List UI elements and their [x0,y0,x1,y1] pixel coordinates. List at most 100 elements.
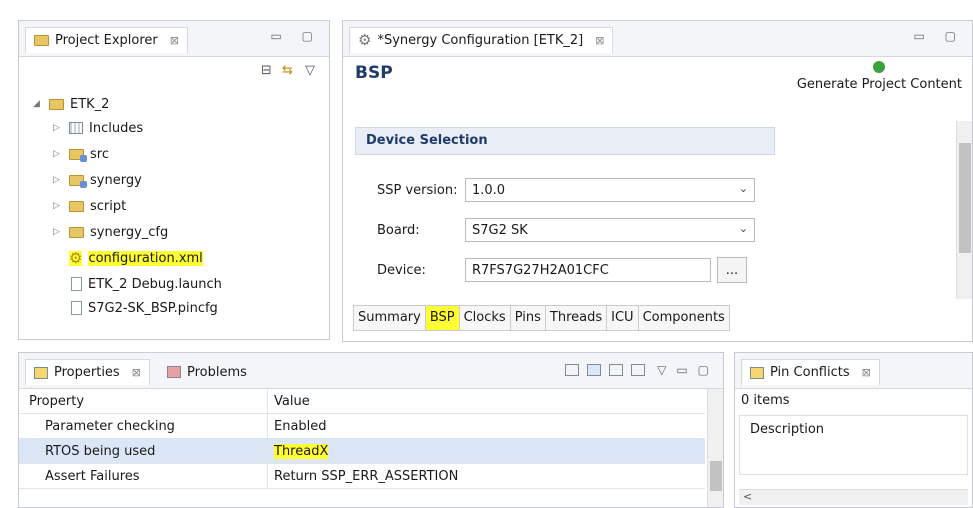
field-label: Board: [377,222,420,238]
maximize-icon[interactable]: ▢ [698,363,709,377]
tree-item-synergy[interactable]: ▷ synergy [53,169,142,191]
gear-icon: ⚙ [69,248,83,267]
editor-tabbar: ⚙ *Synergy Configuration [ETK_2] ⊠ ▭ ▢ [343,21,972,57]
table-row[interactable]: Assert Failures Return SSP_ERR_ASSERTION [19,464,705,489]
close-icon[interactable]: ⊠ [170,34,179,47]
properties-toolbar: ▽ ▭ ▢ [557,363,709,377]
properties-tab-label: Properties [54,365,120,380]
link-with-editor-icon[interactable]: ⇆ [282,63,293,78]
folder-icon [69,200,84,212]
pin-view-icon[interactable] [565,364,580,376]
tree-item-etk2[interactable]: ◢ ETK_2 [33,93,109,115]
close-icon[interactable]: ⊠ [132,366,141,379]
properties-scrollbar[interactable] [707,389,723,507]
file-icon [71,277,82,291]
section-title: Device Selection [355,127,775,155]
device-input[interactable]: R7FS7G27H2A01CFC [465,258,711,282]
browse-device-button[interactable]: ... [717,257,747,283]
column-header-value[interactable]: Value [267,389,310,413]
properties-panel: Properties ⊠ Problems ▽ ▭ ▢ Property Val… [18,352,724,508]
tree-item-debug-launch[interactable]: ETK_2 Debug.launch [71,273,222,295]
field-label: Device: [377,262,426,278]
show-advanced-icon[interactable] [609,364,624,376]
items-count: 0 items [741,393,790,408]
select-value: S7G2 SK [472,222,528,238]
pin-conflicts-table: Description [739,415,968,475]
source-folder-icon [69,174,87,188]
close-icon[interactable]: ⊠ [862,366,871,379]
tab-threads[interactable]: Threads [546,306,608,330]
tree-item-label: S7G2-SK_BSP.pincfg [88,300,218,316]
tab-icu[interactable]: ICU [607,306,639,330]
table-row[interactable]: Parameter checking Enabled [19,414,705,439]
collapse-all-icon[interactable]: ⊟ [261,63,272,78]
field-ssp-version: SSP version: 1.0.0 ⌄ [377,177,755,203]
project-explorer-tab-label: Project Explorer [55,33,158,48]
scrollbar-thumb[interactable] [959,143,971,253]
window-controls[interactable]: ▭ ▢ [914,29,965,43]
project-explorer-panel: Project Explorer ⊠ ▭ ▢ ⊟ ⇆ ▽ ◢ ETK_2 ▷ I… [18,20,330,340]
window-controls[interactable]: ▭ ▢ [271,29,322,43]
collapsed-arrow-icon[interactable]: ▷ [53,123,63,133]
input-value: R7FS7G27H2A01CFC [472,262,609,278]
editor-scrollbar[interactable] [956,121,972,299]
restore-default-icon[interactable] [631,364,646,376]
page-title: BSP [355,63,393,83]
tab-properties[interactable]: Properties ⊠ [25,359,150,385]
tab-project-explorer[interactable]: Project Explorer ⊠ [25,27,188,53]
project-folder-icon [49,98,64,110]
tree-item-label: src [90,146,109,162]
property-value: ThreadX [267,439,329,463]
tab-problems[interactable]: Problems [159,359,255,385]
tree-item-includes[interactable]: ▷ Includes [53,117,143,139]
tree-item-label: ETK_2 [70,96,110,112]
field-label: SSP version: [377,182,458,198]
tree-item-synergy-cfg[interactable]: ▷ synergy_cfg [53,221,168,243]
file-icon [71,301,82,315]
gear-icon: ⚙ [358,31,372,49]
view-menu-icon[interactable]: ▽ [305,63,315,78]
includes-icon [69,122,83,134]
tab-clocks[interactable]: Clocks [460,306,511,330]
tab-pins[interactable]: Pins [511,306,546,330]
tab-pin-conflicts[interactable]: Pin Conflicts ⊠ [741,359,880,385]
collapsed-arrow-icon[interactable]: ▷ [53,149,63,159]
show-categories-icon[interactable] [587,364,602,376]
tree-item-label: ETK_2 Debug.launch [88,276,222,292]
property-name: Assert Failures [45,468,140,484]
property-value: Enabled [267,414,327,438]
tree-item-label: synergy_cfg [90,224,169,240]
close-icon[interactable]: ⊠ [595,34,604,47]
scrollbar-thumb[interactable] [710,461,722,491]
tree-item-configuration-xml[interactable]: ⚙ configuration.xml [69,247,203,269]
table-row[interactable]: RTOS being used ThreadX [19,439,705,464]
project-explorer-tabbar: Project Explorer ⊠ ▭ ▢ [19,21,329,57]
tab-summary[interactable]: Summary [354,306,426,330]
field-device: Device: R7FS7G27H2A01CFC ... [377,257,747,283]
pin-conflicts-tabbar: Pin Conflicts ⊠ [735,353,972,389]
minimize-icon[interactable]: ▭ [676,363,687,377]
tree-item-script[interactable]: ▷ script [53,195,126,217]
properties-icon [34,366,48,379]
property-value: Return SSP_ERR_ASSERTION [267,464,458,488]
ssp-version-select[interactable]: 1.0.0 ⌄ [465,178,755,202]
horizontal-scrollbar[interactable]: < [739,489,968,505]
properties-tabbar: Properties ⊠ Problems ▽ ▭ ▢ [19,353,723,389]
problems-icon [167,366,181,378]
tab-bsp[interactable]: BSP [425,306,460,330]
board-select[interactable]: S7G2 SK ⌄ [465,218,755,242]
generate-project-content-button[interactable]: Generate Project Content [797,61,962,92]
collapsed-arrow-icon[interactable]: ▷ [53,175,63,185]
tree-item-pincfg[interactable]: S7G2-SK_BSP.pincfg [71,297,218,319]
collapsed-arrow-icon[interactable]: ▷ [53,227,63,237]
column-header-description[interactable]: Description [740,416,967,443]
column-header-property[interactable]: Property [19,394,267,409]
source-folder-icon [69,148,87,162]
view-menu-icon[interactable]: ▽ [657,363,666,377]
collapsed-arrow-icon[interactable]: ▷ [53,201,63,211]
project-explorer-icon [34,35,49,46]
tab-synergy-configuration[interactable]: ⚙ *Synergy Configuration [ETK_2] ⊠ [349,27,614,53]
tab-components[interactable]: Components [639,306,729,330]
expanded-arrow-icon[interactable]: ◢ [33,99,43,109]
tree-item-src[interactable]: ▷ src [53,143,109,165]
